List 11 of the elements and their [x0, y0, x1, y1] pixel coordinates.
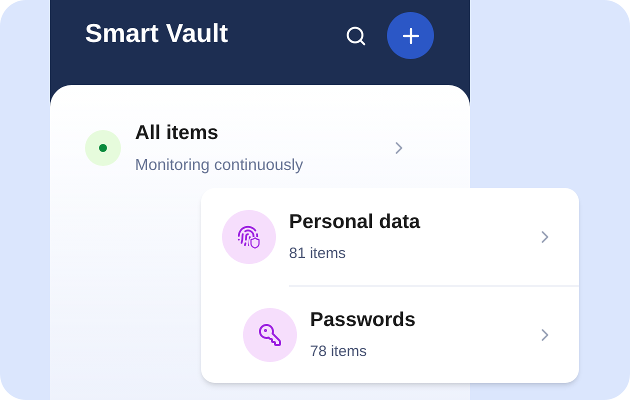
search-icon[interactable] — [345, 24, 367, 46]
app-title: Smart Vault — [85, 17, 228, 50]
add-button[interactable] — [387, 12, 434, 59]
fingerprint-shield-icon — [237, 224, 261, 248]
item-subtitle: Monitoring continuously — [135, 156, 304, 176]
category-title: Personal data — [289, 210, 420, 236]
category-count: 81 items — [289, 244, 347, 264]
key-icon — [258, 322, 282, 346]
item-title: All items — [135, 121, 220, 146]
category-title: Passwords — [310, 308, 416, 334]
category-count: 78 items — [310, 342, 368, 362]
